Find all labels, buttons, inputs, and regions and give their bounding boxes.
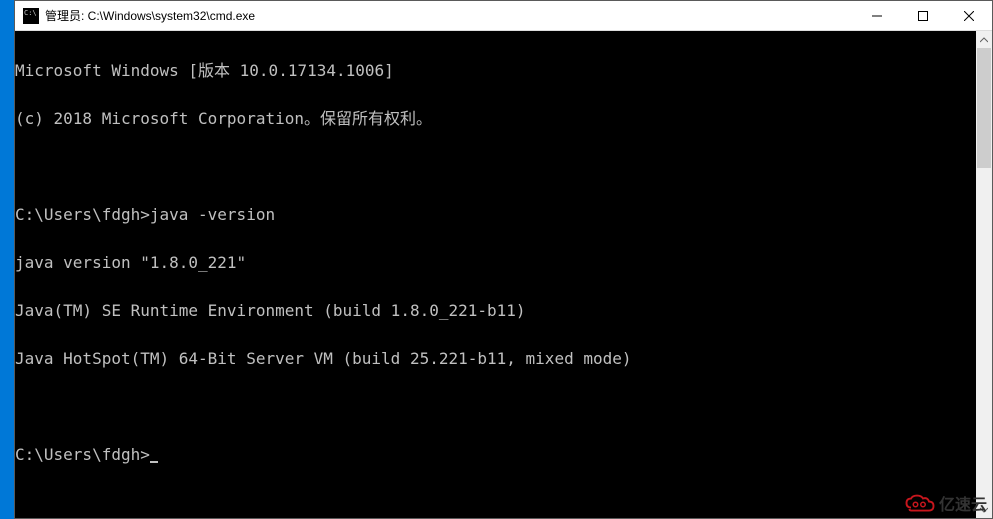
desktop-edge	[0, 0, 14, 519]
vertical-scrollbar[interactable]	[976, 31, 992, 518]
minimize-icon	[872, 11, 882, 21]
cursor	[150, 461, 158, 463]
scrollbar-thumb[interactable]	[977, 48, 991, 168]
scrollbar-up-button[interactable]	[976, 31, 992, 48]
watermark-text: 亿速云	[939, 491, 987, 515]
chevron-up-icon	[980, 36, 988, 44]
terminal-output[interactable]: Microsoft Windows [版本 10.0.17134.1006] (…	[15, 31, 976, 518]
watermark-logo-icon	[905, 493, 935, 513]
maximize-icon	[918, 11, 928, 21]
output-line: Microsoft Windows [版本 10.0.17134.1006]	[15, 63, 976, 79]
output-line: Java(TM) SE Runtime Environment (build 1…	[15, 303, 976, 319]
cmd-window: 管理员: C:\Windows\system32\cmd.exe Microso…	[14, 0, 993, 519]
terminal-container: Microsoft Windows [版本 10.0.17134.1006] (…	[15, 31, 992, 518]
close-button[interactable]	[946, 1, 992, 30]
output-line	[15, 159, 976, 175]
close-icon	[964, 11, 974, 21]
watermark: 亿速云	[905, 491, 987, 515]
output-line: java version "1.8.0_221"	[15, 255, 976, 271]
output-line: (c) 2018 Microsoft Corporation。保留所有权利。	[15, 111, 976, 127]
window-title: 管理员: C:\Windows\system32\cmd.exe	[45, 7, 854, 24]
prompt-text: C:\Users\fdgh>	[15, 445, 150, 464]
output-line	[15, 399, 976, 415]
cmd-icon	[23, 8, 39, 24]
window-controls	[854, 1, 992, 30]
titlebar[interactable]: 管理员: C:\Windows\system32\cmd.exe	[15, 1, 992, 31]
minimize-button[interactable]	[854, 1, 900, 30]
prompt-line: C:\Users\fdgh>	[15, 447, 976, 463]
maximize-button[interactable]	[900, 1, 946, 30]
output-line: C:\Users\fdgh>java -version	[15, 207, 976, 223]
output-line: Java HotSpot(TM) 64-Bit Server VM (build…	[15, 351, 976, 367]
